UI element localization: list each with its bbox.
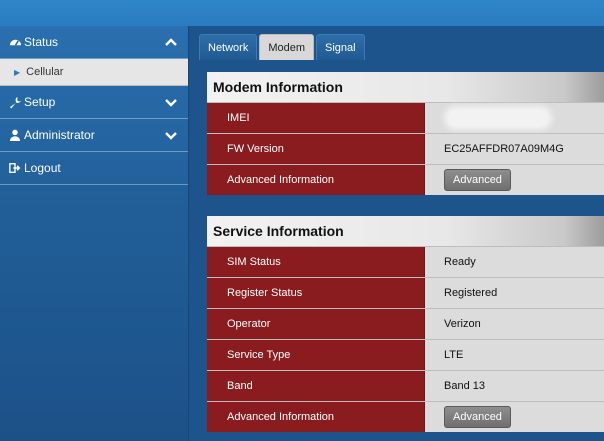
- sidebar-item-status[interactable]: Status: [0, 26, 188, 59]
- table-row: Band Band 13: [207, 370, 604, 401]
- sidebar-item-setup[interactable]: Setup: [0, 86, 188, 119]
- row-label: Service Type: [207, 340, 425, 370]
- modem-information-panel: Modem Information IMEI FW Version EC25AF…: [207, 72, 604, 195]
- row-value: EC25AFFDR07A09M4G: [425, 134, 604, 164]
- row-label: Advanced Information: [207, 402, 425, 432]
- table-row: FW Version EC25AFFDR07A09M4G: [207, 133, 604, 164]
- row-value: LTE: [425, 340, 604, 370]
- tab-network[interactable]: Network: [199, 34, 258, 60]
- chevron-down-icon[interactable]: [164, 128, 178, 142]
- panel-title: Modem Information: [207, 72, 604, 102]
- top-banner: [0, 0, 604, 26]
- tab-bar: Network Modem Signal: [199, 34, 367, 60]
- sidebar-item-logout[interactable]: Logout: [0, 152, 188, 185]
- sidebar-item-administrator[interactable]: Administrator: [0, 119, 188, 152]
- wrench-icon: [8, 95, 22, 109]
- row-label: IMEI: [207, 103, 425, 133]
- sidebar: Status ▶ Cellular Setup Administrator Lo…: [0, 26, 189, 441]
- row-value: Advanced: [425, 165, 604, 195]
- table-row: Operator Verizon: [207, 308, 604, 339]
- logout-icon: [8, 161, 22, 175]
- tab-modem[interactable]: Modem: [259, 34, 315, 60]
- sidebar-item-label: Setup: [24, 95, 56, 109]
- row-value: Advanced: [425, 402, 604, 432]
- sidebar-item-label: Administrator: [24, 128, 95, 142]
- table-row: SIM Status Ready: [207, 246, 604, 277]
- advanced-button[interactable]: Advanced: [444, 406, 511, 428]
- service-information-panel: Service Information SIM Status Ready Reg…: [207, 216, 604, 432]
- table-row: Advanced Information Advanced: [207, 164, 604, 195]
- caret-right-icon: ▶: [14, 67, 21, 77]
- table-row: IMEI: [207, 102, 604, 133]
- imei-value: [425, 103, 604, 133]
- row-label: Register Status: [207, 278, 425, 308]
- table-row: Service Type LTE: [207, 339, 604, 370]
- sidebar-subitem-label: Cellular: [26, 66, 64, 78]
- chevron-up-icon[interactable]: [164, 35, 178, 49]
- row-label: Advanced Information: [207, 165, 425, 195]
- table-row: Advanced Information Advanced: [207, 401, 604, 432]
- sidebar-subitem-cellular[interactable]: ▶ Cellular: [0, 59, 188, 86]
- main-content: Network Modem Signal Modem Information I…: [189, 26, 604, 441]
- row-value: Verizon: [425, 309, 604, 339]
- advanced-button[interactable]: Advanced: [444, 169, 511, 191]
- dashboard-icon: [8, 35, 22, 49]
- user-icon: [8, 128, 22, 142]
- tab-signal[interactable]: Signal: [316, 34, 365, 60]
- row-label: SIM Status: [207, 247, 425, 277]
- row-value: Registered: [425, 278, 604, 308]
- sidebar-item-label: Logout: [24, 161, 61, 175]
- redacted-imei: [448, 110, 548, 126]
- row-label: Operator: [207, 309, 425, 339]
- row-label: Band: [207, 371, 425, 401]
- row-value: Ready: [425, 247, 604, 277]
- panel-title: Service Information: [207, 216, 604, 246]
- table-row: Register Status Registered: [207, 277, 604, 308]
- sidebar-item-label: Status: [24, 35, 59, 49]
- row-value: Band 13: [425, 371, 604, 401]
- row-label: FW Version: [207, 134, 425, 164]
- chevron-down-icon[interactable]: [164, 95, 178, 109]
